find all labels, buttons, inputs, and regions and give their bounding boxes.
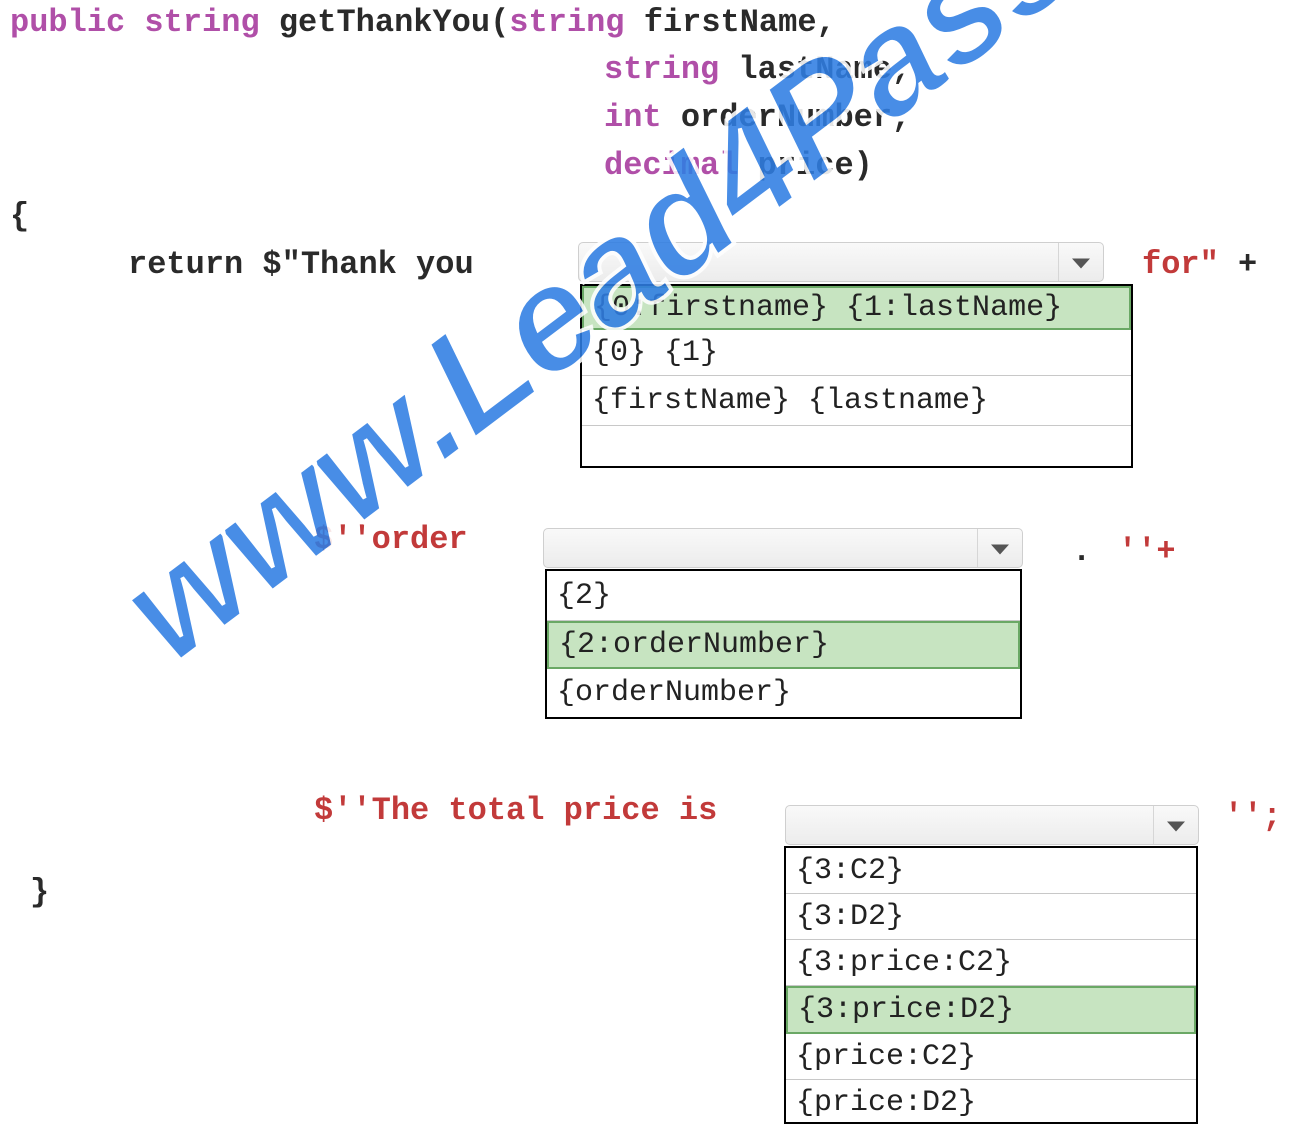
chevron-down-icon [1072,258,1090,269]
dropdown-2-option-0[interactable]: {2} [547,571,1020,621]
dropdown-3-option-5[interactable]: {price:D2} [786,1080,1196,1126]
dropdown-3-option-4[interactable]: {price:C2} [786,1034,1196,1080]
dropdown-3-option-1[interactable]: {3:D2} [786,894,1196,940]
for-string: for" + [1142,248,1257,282]
dropdown-2-order-format[interactable] [543,528,1023,568]
chevron-down-icon [1167,821,1185,832]
end-literal: ''; [1224,798,1282,835]
plus-operator: + [1238,246,1258,283]
method-name: getThankYou( [278,4,510,41]
keyword-string-lastname: string [604,51,720,88]
dropdown-2-option-1[interactable]: {2:orderNumber} [547,621,1020,669]
chevron-down-icon [991,544,1009,555]
code-line-signature: public string getThankYou(string firstNa… [10,6,836,40]
dropdown-3-option-2[interactable]: {3:price:C2} [786,940,1196,986]
quote-plus-literal: ''+ [1118,533,1176,570]
dropdown-3-arrow[interactable] [1153,806,1198,844]
dropdown-1-option-2[interactable]: {firstName} {lastname} [582,376,1131,426]
dropdown-2-list: {2} {2:orderNumber} {orderNumber} [545,569,1022,719]
close-brace: } [30,874,50,911]
dropdown-2-option-2[interactable]: {orderNumber} [547,669,1020,717]
dot-literal: . [1072,533,1092,570]
dropdown-1-option-3[interactable] [582,426,1131,466]
dropdown-2-arrow[interactable] [977,529,1022,567]
dropdown-1-arrow[interactable] [1058,243,1103,281]
dropdown-3-list: {3:C2} {3:D2} {3:price:C2} {3:price:D2} … [784,846,1198,1124]
keyword-public: public [10,4,126,41]
for-literal: for" [1142,246,1219,283]
dropdown-3-option-3[interactable]: {3:price:D2} [786,986,1196,1034]
open-brace: { [10,198,30,235]
return-statement: return $"Thank you [128,246,474,283]
keyword-string-param: string [509,4,625,41]
total-price-string: $''The total price is [314,792,718,829]
dropdown-3-option-0[interactable]: {3:C2} [786,848,1196,894]
keyword-string: string [144,4,260,41]
dropdown-3-price-format[interactable] [785,805,1199,845]
